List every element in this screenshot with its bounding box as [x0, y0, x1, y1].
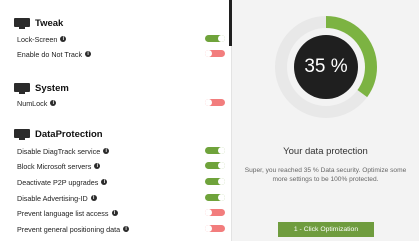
info-icon[interactable]: i [101, 179, 108, 185]
monitor-icon [14, 82, 30, 94]
setting-row-lock-screen: Lock-Screen i [17, 33, 229, 45]
setting-label: Disable Advertising-ID [17, 193, 88, 203]
section-header-dataprotection: DataProtection [14, 127, 103, 141]
info-icon[interactable]: i [103, 148, 110, 154]
setting-label: Prevent language list access [17, 208, 109, 218]
setting-label: Lock-Screen [17, 34, 58, 44]
toggle-language-list[interactable] [205, 209, 225, 216]
settings-list-pane[interactable]: Tweak Lock-Screen i Enable do Not Track … [0, 0, 232, 241]
toggle-diagtrack[interactable] [205, 147, 225, 154]
toggle-block-ms-servers[interactable] [205, 162, 225, 169]
toggle-p2p-upgrades[interactable] [205, 178, 225, 185]
section-title: System [35, 82, 69, 94]
toggle-do-not-track[interactable] [205, 50, 225, 57]
toggle-numlock[interactable] [205, 99, 225, 106]
info-icon[interactable]: i [94, 163, 101, 169]
toggle-lock-screen[interactable] [205, 35, 225, 42]
monitor-icon [14, 17, 30, 29]
protection-summary-pane: 35 % Your data protection Super, you rea… [232, 0, 419, 241]
setting-row-advertising-id: Disable Advertising-ID i [17, 192, 229, 204]
setting-row-positioning-data: Prevent general positioning data i [17, 223, 229, 235]
monitor-icon [14, 128, 30, 140]
section-title: DataProtection [35, 128, 103, 140]
info-icon[interactable]: i [50, 100, 57, 106]
section-title: Tweak [35, 17, 64, 29]
setting-row-numlock: NumLock i [17, 97, 229, 109]
setting-row-diagtrack: Disable DiagTrack service i [17, 145, 229, 157]
setting-row-p2p-upgrades: Deactivate P2P upgrades i [17, 176, 229, 188]
toggle-positioning-data[interactable] [205, 225, 225, 232]
gauge-percent-label: 35 % [304, 56, 348, 77]
setting-row-do-not-track: Enable do Not Track i [17, 48, 229, 60]
info-icon[interactable]: i [60, 36, 67, 42]
info-icon[interactable]: i [85, 51, 92, 57]
setting-label: Disable DiagTrack service [17, 146, 101, 156]
setting-label: Block Microsoft servers [17, 161, 92, 171]
section-header-system: System [14, 81, 69, 95]
info-icon[interactable]: i [123, 226, 130, 232]
setting-label: Prevent general positioning data [17, 224, 121, 234]
info-icon[interactable]: i [111, 210, 118, 216]
info-icon[interactable]: i [90, 195, 97, 201]
protection-title: Your data protection [283, 146, 368, 157]
setting-label: NumLock [17, 98, 48, 108]
setting-row-block-ms-servers: Block Microsoft servers i [17, 160, 229, 172]
optimize-button[interactable]: 1 - Click Optimization [278, 222, 374, 237]
toggle-advertising-id[interactable] [205, 194, 225, 201]
setting-label: Deactivate P2P upgrades [17, 177, 99, 187]
setting-label: Enable do Not Track [17, 49, 83, 59]
protection-description: Super, you reached 35 % Data security. O… [244, 167, 407, 183]
setting-row-language-list: Prevent language list access i [17, 207, 229, 219]
protection-gauge: 35 % [273, 14, 379, 120]
section-header-tweak: Tweak [14, 16, 63, 30]
